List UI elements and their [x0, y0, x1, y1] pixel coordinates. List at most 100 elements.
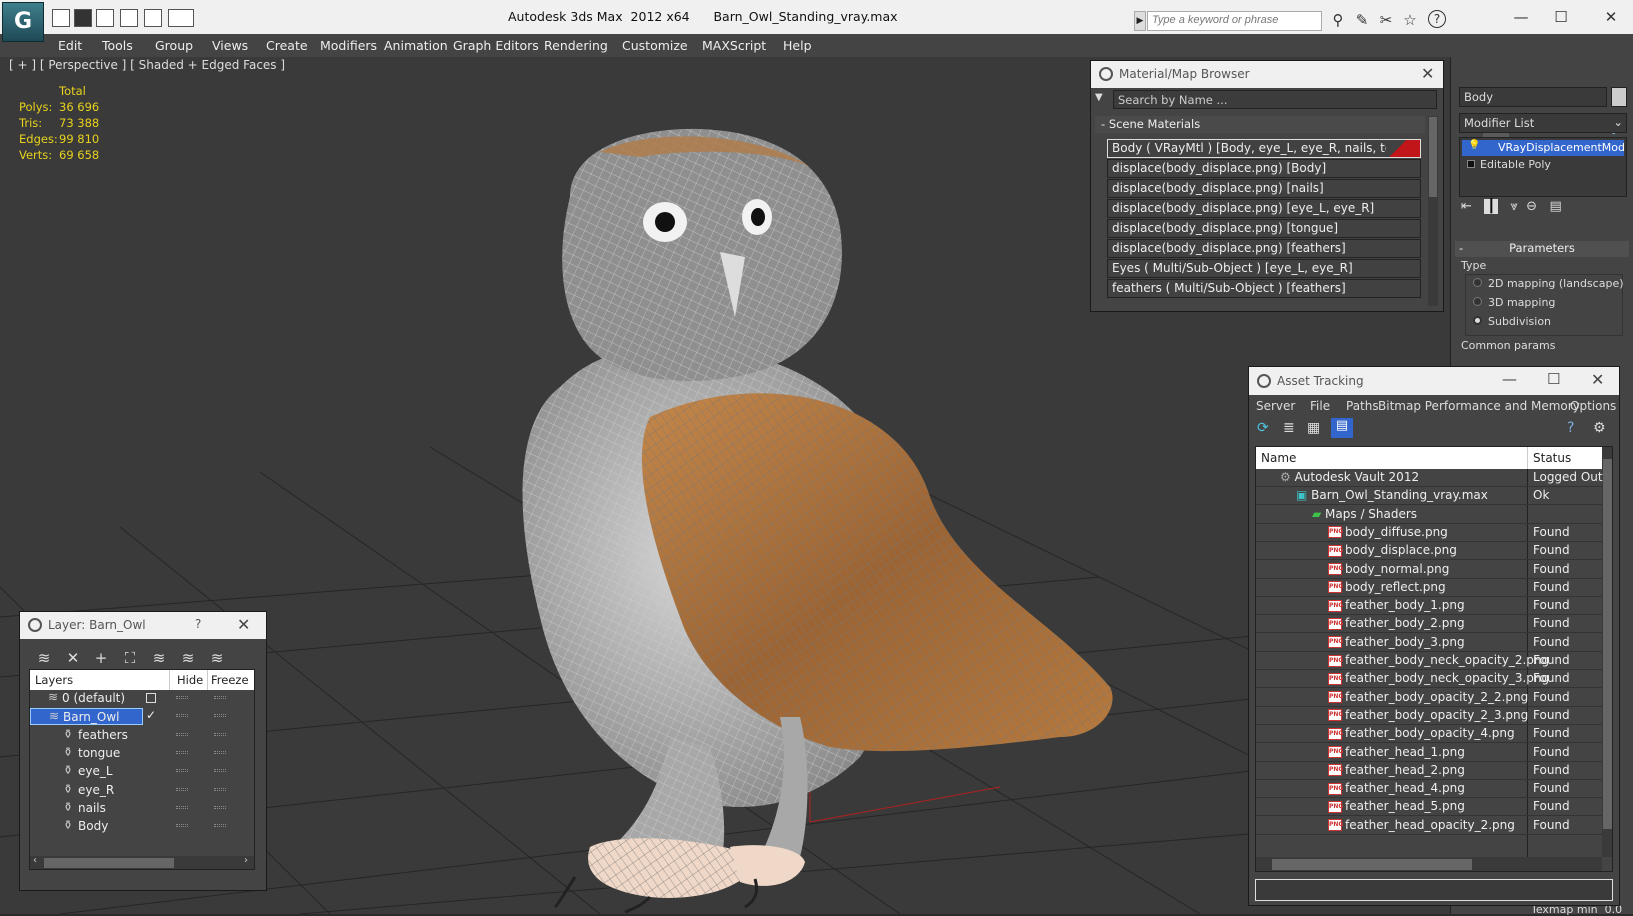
asset-path-field[interactable]: [1255, 879, 1613, 901]
hide-toggle[interactable]: [176, 805, 188, 809]
settings-icon[interactable]: ⚙: [1593, 420, 1606, 436]
layer-name-cell[interactable]: ⚱ feathers: [30, 727, 143, 744]
vault-help-icon[interactable]: ?: [1567, 420, 1574, 436]
asset-row[interactable]: PNG feather_head_5.png Found: [1256, 798, 1602, 817]
layer-row[interactable]: ⚱ feathers: [30, 727, 254, 745]
thumbnail-view-icon[interactable]: ▦: [1307, 420, 1320, 436]
asset-menu-paths[interactable]: Paths: [1346, 399, 1379, 413]
asset-row[interactable]: PNG body_displace.png Found: [1256, 542, 1602, 561]
barn-owl-model[interactable]: [522, 128, 1113, 914]
freeze-all-layers-icon[interactable]: ≋: [205, 648, 229, 668]
menu-group[interactable]: Group: [155, 38, 193, 53]
asset-row[interactable]: PNG feather_body_neck_opacity_3.png Found: [1256, 670, 1602, 689]
help-icon[interactable]: ?: [1428, 10, 1446, 28]
layer-row[interactable]: ≋ Barn_Owl ✓: [30, 708, 254, 726]
material-item[interactable]: Body ( VRayMtl ) [Body, eye_L, eye_R, na…: [1107, 139, 1421, 158]
asset-row[interactable]: ▣ Barn_Owl_Standing_vray.max Ok: [1256, 487, 1602, 506]
material-item[interactable]: displace(body_displace.png) [nails]: [1107, 179, 1421, 198]
options-dropdown-icon[interactable]: ▼: [1095, 92, 1109, 106]
asset-row[interactable]: PNG feather_head_opacity_2.png Found: [1256, 817, 1602, 835]
communication-icon[interactable]: ✂: [1376, 10, 1396, 30]
minimize-icon[interactable]: —: [1502, 370, 1517, 388]
project-dropdown-icon[interactable]: [168, 9, 194, 27]
menu-graph-editors[interactable]: Graph Editors: [453, 38, 539, 53]
layer-row[interactable]: ≋ 0 (default): [30, 690, 254, 708]
asset-row[interactable]: PNG feather_head_1.png Found: [1256, 744, 1602, 762]
freeze-toggle[interactable]: [214, 714, 226, 718]
highlight-layer-icon[interactable]: ≋: [147, 648, 171, 668]
asset-menu-server[interactable]: Server: [1256, 399, 1295, 413]
select-objects-icon[interactable]: ⛶: [118, 648, 142, 668]
viewport-label[interactable]: [ + ] [ Perspective ] [ Shaded + Edged F…: [9, 58, 285, 72]
layer-row[interactable]: ⚱ Body: [30, 818, 254, 836]
hide-toggle[interactable]: [176, 696, 188, 699]
layer-name-cell[interactable]: ⚱ tongue: [30, 745, 143, 762]
stack-item-editable-poly[interactable]: Editable Poly: [1462, 157, 1624, 173]
object-color-swatch[interactable]: [1611, 87, 1627, 107]
delete-layer-icon[interactable]: ✕: [61, 648, 85, 668]
layer-row[interactable]: ⚱ eye_L: [30, 763, 254, 781]
object-name-field[interactable]: Body: [1459, 87, 1607, 107]
asset-menu-file[interactable]: File: [1310, 399, 1330, 413]
layer-name-cell[interactable]: ⚱ nails: [30, 800, 143, 817]
asset-row[interactable]: PNG feather_body_opacity_2_2.png Found: [1256, 689, 1602, 707]
asset-row[interactable]: PNG feather_body_opacity_2_3.png Found: [1256, 707, 1602, 725]
help-icon[interactable]: ?: [195, 617, 201, 631]
layer-name-cell[interactable]: ≋ 0 (default): [30, 690, 143, 707]
material-item[interactable]: displace(body_displace.png) [Body]: [1107, 159, 1421, 178]
asset-row[interactable]: PNG feather_body_3.png Found: [1256, 634, 1602, 652]
hide-all-layers-icon[interactable]: ≋: [176, 648, 200, 668]
asset-row[interactable]: PNG feather_head_2.png Found: [1256, 762, 1602, 780]
modifier-list-dropdown[interactable]: Modifier List ⌄: [1459, 113, 1627, 133]
favorites-star-icon[interactable]: ☆: [1400, 10, 1420, 30]
layer-row[interactable]: ⚱ eye_R: [30, 782, 254, 800]
menu-rendering[interactable]: Rendering: [544, 38, 608, 53]
expand-arrow-icon[interactable]: ▶: [1134, 11, 1146, 31]
hide-toggle[interactable]: [176, 824, 188, 828]
col-freeze-header[interactable]: Freeze: [211, 673, 249, 687]
minimize-icon[interactable]: —: [1504, 6, 1538, 28]
close-window-icon[interactable]: ✕: [1594, 6, 1628, 28]
hide-toggle[interactable]: [176, 714, 188, 718]
hide-toggle[interactable]: [176, 787, 188, 791]
radio-2d-mapping[interactable]: 2D mapping (landscape): [1473, 277, 1624, 290]
radio-3d-mapping[interactable]: 3D mapping: [1473, 296, 1555, 309]
expand-icon[interactable]: [1467, 160, 1475, 168]
material-scrollbar[interactable]: [1428, 116, 1438, 306]
help-search-input[interactable]: Type a keyword or phrase: [1147, 11, 1322, 31]
material-item[interactable]: Eyes ( Multi/Sub-Object ) [eye_L, eye_R]: [1107, 259, 1421, 278]
asset-row[interactable]: PNG feather_body_2.png Found: [1256, 615, 1602, 634]
asset-horizontal-scrollbar[interactable]: [1256, 857, 1602, 871]
scroll-left-icon[interactable]: ‹: [33, 855, 37, 866]
asset-row[interactable]: PNG body_diffuse.png Found: [1256, 524, 1602, 542]
freeze-toggle[interactable]: [214, 787, 226, 791]
pin-stack-icon[interactable]: ⇤: [1461, 199, 1472, 214]
asset-row[interactable]: ⚙ Autodesk Vault 2012 Logged Out: [1256, 469, 1603, 487]
col-name-header[interactable]: Name: [1261, 451, 1296, 465]
asset-menu-bitmap-performance[interactable]: Bitmap Performance and Memory: [1378, 399, 1580, 413]
stack-item-vray-displacement[interactable]: 💡 VRayDisplacementMod: [1462, 140, 1625, 156]
remove-modifier-icon[interactable]: ⊖: [1526, 199, 1537, 214]
show-end-result-icon[interactable]: ┃: [1484, 199, 1499, 214]
asset-vertical-scrollbar[interactable]: [1602, 447, 1612, 857]
scroll-right-icon[interactable]: ›: [244, 855, 248, 866]
hide-toggle[interactable]: [176, 732, 188, 736]
current-layer-checkbox[interactable]: [146, 693, 156, 703]
menu-customize[interactable]: Customize: [622, 38, 688, 53]
material-item[interactable]: displace(body_displace.png) [eye_L, eye_…: [1107, 199, 1421, 218]
maximize-icon[interactable]: ☐: [1544, 6, 1578, 28]
asset-row[interactable]: PNG body_reflect.png Found: [1256, 579, 1602, 597]
menu-animation[interactable]: Animation: [384, 38, 448, 53]
create-layer-icon[interactable]: ≋: [32, 648, 56, 668]
layer-horizontal-scrollbar[interactable]: ‹ ›: [30, 855, 254, 869]
menu-maxscript[interactable]: MAXScript: [702, 38, 766, 53]
configure-sets-icon[interactable]: ▤: [1549, 199, 1561, 214]
layer-name-cell[interactable]: ⚱ Body: [30, 818, 143, 835]
asset-menu-options[interactable]: Options: [1570, 399, 1616, 413]
save-icon[interactable]: [74, 9, 92, 27]
subscription-icon[interactable]: ✎: [1352, 10, 1372, 30]
lightbulb-icon[interactable]: 💡: [1468, 140, 1480, 151]
freeze-toggle[interactable]: [214, 805, 226, 809]
radio-subdivision[interactable]: Subdivision: [1473, 315, 1551, 328]
menu-modifiers[interactable]: Modifiers: [320, 38, 377, 53]
